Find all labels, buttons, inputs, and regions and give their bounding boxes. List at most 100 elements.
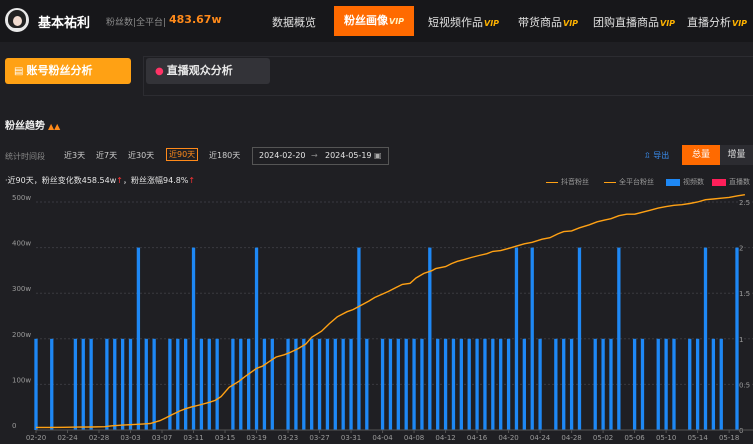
date-arrow: → (311, 151, 318, 160)
video-bar (176, 338, 180, 430)
video-bar (593, 338, 597, 430)
video-bar (34, 338, 38, 430)
video-bar (475, 338, 479, 430)
video-bar (333, 338, 337, 430)
video-bar (538, 338, 542, 430)
video-bar (325, 338, 330, 430)
legend-douyin-fans[interactable]: 抖音粉丝 (546, 177, 589, 187)
nav-data-overview[interactable]: 数据概览 (272, 14, 316, 30)
x-tick-label: 04-20 (498, 434, 518, 442)
video-bar (50, 338, 54, 430)
video-bar (601, 338, 605, 430)
video-bar (105, 338, 109, 430)
video-bar (499, 338, 503, 430)
video-bar (207, 338, 211, 430)
y-right-tick-label: 0 (739, 427, 743, 435)
nav-group-live-goods[interactable]: 团购直播商品VIP (593, 14, 675, 30)
avatar[interactable] (5, 8, 29, 32)
video-bar (664, 338, 668, 430)
video-bar (514, 247, 519, 430)
vip-badge: VIP (660, 19, 676, 28)
video-bar (168, 338, 172, 430)
video-bar (656, 338, 660, 430)
video-bar (231, 338, 235, 430)
video-bar (506, 338, 511, 430)
legend-all-platform-fans[interactable]: 全平台粉丝 (604, 177, 654, 187)
x-tick-label: 03-19 (246, 434, 266, 442)
video-bar (247, 338, 251, 430)
toggle-total[interactable]: 总量 (682, 145, 720, 165)
video-bar (562, 338, 566, 430)
video-bar (735, 247, 739, 430)
video-bar (341, 338, 345, 430)
video-bar (365, 338, 369, 430)
x-tick-label: 04-24 (530, 434, 551, 442)
video-bar (609, 338, 613, 430)
y-right-tick-label: 2.5 (739, 199, 750, 207)
nav-live-analysis[interactable]: 直播分析VIP (687, 14, 747, 30)
video-bar (451, 338, 456, 430)
nav-short-video[interactable]: 短视频作品VIP (428, 14, 499, 30)
account-name: 基本祐利 (38, 16, 91, 31)
x-tick-label: 02-28 (89, 434, 109, 442)
top-bar: 基本祐利 粉丝数|全平台| 483.67w 数据概览 粉丝画像VIP 短视频作品… (0, 0, 753, 42)
video-bar (396, 338, 400, 430)
x-tick-label: 04-16 (467, 434, 488, 442)
x-tick-label: 03-03 (120, 434, 140, 442)
video-bar (270, 338, 274, 430)
chart-axes: 0 100w 200w 300w 400w 500w 0 0.5 1 1.5 2 2.5 02-20 02… (12, 194, 753, 442)
range-90-days[interactable]: 近90天 (166, 148, 199, 161)
calendar-icon: ▣ (374, 151, 382, 160)
video-bar (215, 338, 219, 430)
vip-badge: VIP (389, 17, 405, 26)
tab-live-audience[interactable]: ● 直播观众分析 (146, 58, 270, 84)
legend-video-count[interactable]: 视频数 (666, 177, 704, 187)
video-bar (239, 338, 243, 430)
tab-account-fans[interactable]: ▤ 账号粉丝分析 (5, 58, 131, 84)
video-bar (491, 338, 495, 430)
export-button[interactable]: ⇫ 导出 (644, 150, 669, 161)
video-bar (530, 247, 534, 430)
video-bar (711, 338, 716, 430)
x-tick-label: 04-12 (435, 434, 455, 442)
nav-goods[interactable]: 带货商品VIP (518, 14, 578, 30)
chart-grid (36, 201, 753, 431)
x-tick-label: 02-24 (57, 434, 78, 442)
video-bar (254, 247, 259, 430)
video-bar (128, 338, 133, 430)
video-bar (719, 338, 723, 430)
range-180-days[interactable]: 近180天 (209, 150, 240, 161)
video-bar (428, 247, 432, 430)
y-left-tick-label: 100w (12, 376, 31, 384)
x-tick-label: 03-11 (183, 434, 203, 442)
video-bar (459, 338, 463, 430)
range-3-days[interactable]: 近3天 (64, 150, 85, 161)
x-tick-label: 03-07 (152, 434, 172, 442)
y-left-tick-label: 400w (12, 240, 31, 248)
video-bar (81, 338, 85, 430)
date-end: 2024-05-19 (325, 151, 372, 160)
x-tick-label: 05-14 (687, 434, 708, 442)
video-bar (617, 247, 621, 430)
date-start: 2024-02-20 (259, 151, 306, 160)
vip-badge: VIP (563, 19, 579, 28)
summary-text: ·近90天，粉丝变化数458.54w↑，粉丝涨幅94.8%↑ (5, 176, 196, 185)
x-tick-label: 03-27 (309, 434, 329, 442)
range-7-days[interactable]: 近7天 (96, 150, 117, 161)
nav-fans-portrait[interactable]: 粉丝画像VIP (334, 6, 415, 36)
stat-period-label: 统计时间段 (5, 152, 45, 161)
fans-line-全平台粉丝 (36, 194, 746, 429)
legend-live-count[interactable]: 直播数 (712, 177, 750, 187)
vip-badge: VIP (732, 19, 748, 28)
date-range-picker[interactable]: 2024-02-20 → 2024-05-19 ▣ (252, 147, 389, 165)
video-bar (388, 338, 393, 430)
vip-badge: VIP (484, 19, 500, 28)
video-bar (483, 338, 487, 430)
video-bar (317, 338, 322, 430)
video-bar (404, 338, 408, 430)
toggle-increment[interactable]: 增量 (720, 145, 753, 165)
video-bar (357, 247, 361, 430)
x-tick-label: 05-10 (656, 434, 676, 442)
range-30-days[interactable]: 近30天 (128, 150, 154, 161)
y-left-tick-label: 200w (12, 331, 31, 339)
